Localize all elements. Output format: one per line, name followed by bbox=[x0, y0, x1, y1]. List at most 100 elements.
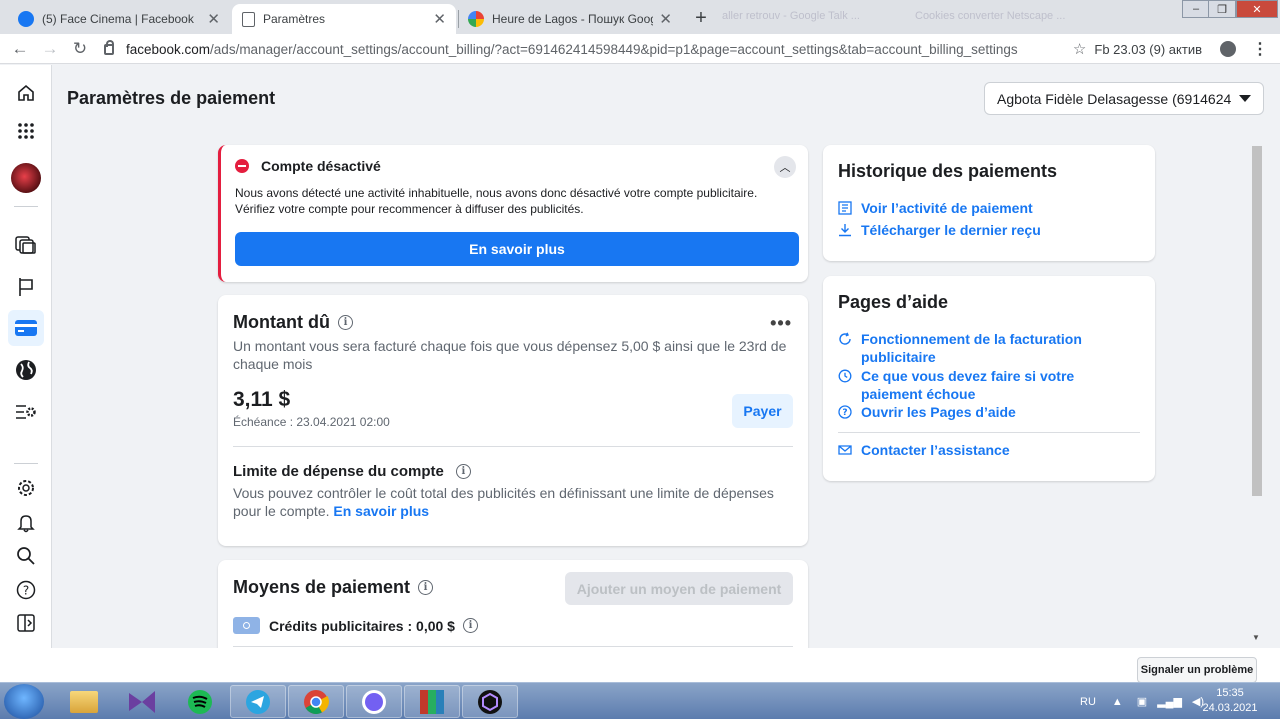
ghost-tab-label: aller retrouv - Google Talk ... bbox=[722, 10, 860, 22]
payment-history-heading: Historique des paiements bbox=[838, 161, 1058, 181]
maximize-window-button[interactable]: ❐ bbox=[1208, 0, 1236, 18]
winrar-icon[interactable] bbox=[404, 685, 460, 718]
help-pages-heading: Pages d’aide bbox=[838, 292, 949, 312]
google-icon bbox=[468, 11, 484, 27]
back-arrow-icon[interactable]: ← bbox=[6, 35, 34, 63]
address-bar: ← → ↻ facebook.com/ads/manager/account_s… bbox=[0, 34, 1280, 64]
visual-studio-icon[interactable] bbox=[114, 685, 170, 718]
bookmark-star-icon[interactable]: ☆ bbox=[1073, 40, 1086, 58]
view-payment-activity-link[interactable]: Voir l’activité de paiement bbox=[838, 199, 1033, 217]
windows-start-button[interactable] bbox=[4, 684, 44, 719]
help-question-icon[interactable]: ? bbox=[8, 572, 44, 608]
account-selector[interactable]: Agbota Fidèle Delasagesse (6914624... bbox=[984, 82, 1264, 115]
more-options-icon[interactable]: ••• bbox=[770, 313, 792, 334]
panel-toggle-icon[interactable] bbox=[8, 605, 44, 641]
receipt-icon bbox=[838, 201, 852, 215]
payment-methods-card: Moyens de paiement i Ajouter un moyen de… bbox=[218, 560, 808, 660]
info-icon[interactable]: i bbox=[337, 315, 353, 330]
reload-icon[interactable]: ↻ bbox=[66, 35, 94, 63]
page-title: Paramètres de paiement bbox=[67, 88, 276, 108]
payment-failed-link[interactable]: Ce que vous devez faire si votre paiemen… bbox=[838, 367, 1128, 403]
amount-due-card: Montant dû i ••• Un montant vous sera fa… bbox=[218, 295, 808, 546]
gear-icon[interactable] bbox=[8, 470, 44, 506]
bell-icon[interactable] bbox=[8, 505, 44, 541]
spotify-icon[interactable] bbox=[172, 685, 228, 718]
language-indicator[interactable]: RU bbox=[1080, 696, 1096, 708]
account-icon[interactable] bbox=[1220, 41, 1236, 57]
payment-history-card: Historique des paiements Voir l’activité… bbox=[823, 145, 1155, 261]
viber-icon[interactable] bbox=[346, 685, 402, 718]
svg-text:?: ? bbox=[842, 408, 847, 418]
help-pages-card: Pages d’aide Fonctionnement de la factur… bbox=[823, 276, 1155, 481]
network-signal-icon[interactable]: ▂▄▆ bbox=[1157, 695, 1182, 708]
close-tab-icon[interactable]: ✕ bbox=[433, 10, 446, 28]
device-icon[interactable]: ▣ bbox=[1137, 695, 1147, 708]
billing-explained-link[interactable]: Fonctionnement de la facturation publici… bbox=[838, 330, 1128, 366]
download-receipt-link[interactable]: Télécharger le dernier reçu bbox=[838, 221, 1041, 239]
report-problem-button[interactable]: Signaler un problème bbox=[1137, 657, 1257, 683]
add-payment-method-button[interactable]: Ajouter un moyen de paiement bbox=[565, 572, 793, 605]
svg-text:?: ? bbox=[23, 584, 29, 598]
chrome-icon[interactable] bbox=[288, 685, 344, 718]
close-tab-icon[interactable]: ✕ bbox=[659, 10, 672, 28]
spending-limit-description: Vous pouvez contrôler le coût total des … bbox=[233, 485, 774, 519]
contact-support-link[interactable]: Contacter l’assistance bbox=[838, 441, 1010, 459]
ad-credits-row: Crédits publicitaires : 0,00 $ i bbox=[233, 617, 478, 634]
help-question-icon: ? bbox=[838, 405, 852, 419]
due-date: Échéance : 23.04.2021 02:00 bbox=[233, 415, 390, 429]
account-disabled-alert: Compte désactivé ︿ Nous avons détecté un… bbox=[218, 145, 808, 282]
url-field[interactable]: facebook.com/ads/manager/account_setting… bbox=[104, 36, 1064, 62]
clock-refresh-icon bbox=[838, 369, 852, 383]
rail-divider bbox=[14, 206, 38, 207]
scroll-down-arrow-icon[interactable]: ▼ bbox=[1252, 633, 1260, 642]
alert-header: Compte désactivé bbox=[235, 158, 381, 174]
info-icon[interactable]: i bbox=[455, 464, 471, 479]
info-icon[interactable]: i bbox=[418, 580, 434, 595]
learn-more-button[interactable]: En savoir plus bbox=[235, 232, 799, 266]
flag-icon[interactable] bbox=[8, 269, 44, 305]
stop-icon bbox=[235, 159, 249, 173]
avatar[interactable] bbox=[8, 160, 44, 196]
system-tray: RU ▲ ▣ ▂▄▆ ◀) bbox=[1080, 683, 1204, 719]
learn-more-link[interactable]: En savoir plus bbox=[333, 503, 429, 519]
campaigns-icon[interactable] bbox=[8, 227, 44, 263]
page-scrollbar[interactable]: ▼ bbox=[1248, 130, 1262, 648]
browser-tab-google[interactable]: Heure de Lagos - Пошук Google ✕ bbox=[458, 4, 682, 34]
divider bbox=[838, 432, 1140, 433]
search-icon[interactable] bbox=[8, 538, 44, 574]
caret-down-icon bbox=[1239, 95, 1251, 102]
browser-tab-facebook[interactable]: (5) Face Cinema | Facebook ✕ bbox=[8, 4, 230, 34]
lock-icon bbox=[104, 39, 114, 55]
collapse-chevron-icon[interactable]: ︿ bbox=[774, 156, 796, 178]
forward-arrow-icon[interactable]: → bbox=[36, 35, 64, 63]
info-icon[interactable]: i bbox=[462, 618, 478, 633]
menu-dots-icon[interactable]: ⋮ bbox=[1252, 39, 1268, 59]
clock[interactable]: 15:35 24.03.2021 bbox=[1200, 686, 1260, 716]
settings-list-icon[interactable] bbox=[8, 394, 44, 430]
telegram-icon[interactable] bbox=[230, 685, 286, 718]
home-icon[interactable] bbox=[8, 75, 44, 111]
pay-button[interactable]: Payer bbox=[732, 394, 793, 428]
left-navigation-rail: ? bbox=[0, 65, 52, 648]
alert-message: Nous avons détecté une activité inhabitu… bbox=[235, 186, 758, 216]
profile-label[interactable]: Fb 23.03 (9) актив bbox=[1094, 42, 1202, 57]
scrollbar-thumb[interactable] bbox=[1252, 146, 1262, 496]
new-tab-button[interactable]: + bbox=[688, 6, 714, 30]
amount-value: 3,11 $ bbox=[233, 388, 291, 411]
page-footer-area bbox=[0, 648, 1280, 682]
globe-icon[interactable] bbox=[8, 352, 44, 388]
open-help-pages-link[interactable]: ? Ouvrir les Pages d’aide bbox=[838, 403, 1016, 421]
apps-grid-icon[interactable] bbox=[8, 113, 44, 149]
close-tab-icon[interactable]: ✕ bbox=[207, 10, 220, 28]
billing-card-icon[interactable] bbox=[8, 310, 44, 346]
app-hexagon-icon[interactable] bbox=[462, 685, 518, 718]
ghost-tab-label: Cookies converter Netscape ... bbox=[915, 10, 1066, 22]
browser-tab-parametres[interactable]: Paramètres ✕ bbox=[232, 4, 456, 34]
browser-tab-bar: (5) Face Cinema | Facebook ✕ Paramètres … bbox=[0, 0, 1280, 34]
tray-expand-icon[interactable]: ▲ bbox=[1112, 696, 1123, 708]
page-icon bbox=[242, 11, 255, 27]
minimize-window-button[interactable]: – bbox=[1182, 0, 1210, 18]
divider bbox=[233, 446, 793, 447]
close-window-button[interactable]: ✕ bbox=[1236, 0, 1278, 18]
file-explorer-icon[interactable] bbox=[56, 685, 112, 718]
